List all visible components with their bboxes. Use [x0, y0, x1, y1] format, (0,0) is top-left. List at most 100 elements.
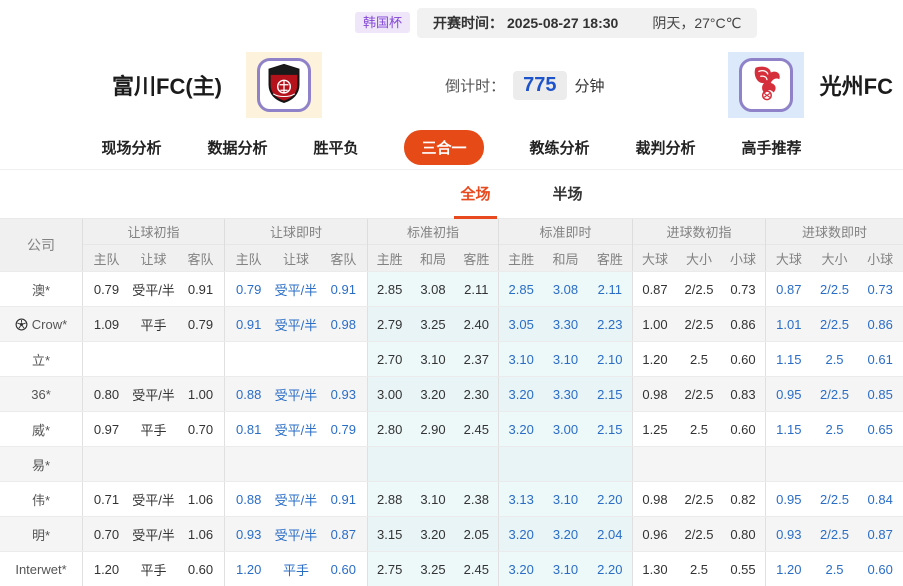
- odds-cell[interactable]: 0.93: [225, 517, 272, 551]
- odds-cell[interactable]: 3.00: [543, 412, 587, 446]
- nav-tab-6[interactable]: 裁判分析: [636, 137, 696, 158]
- odds-cell[interactable]: 2.5: [812, 342, 858, 376]
- odds-cell[interactable]: 0.84: [857, 482, 903, 516]
- odds-cell[interactable]: 0.73: [857, 272, 903, 306]
- odds-cell[interactable]: 2.15: [588, 412, 632, 446]
- odds-cell[interactable]: 受平/半: [272, 307, 319, 341]
- company-cell[interactable]: 立*: [0, 342, 82, 376]
- odds-cell[interactable]: 1.15: [766, 412, 812, 446]
- odds-cell[interactable]: 1.15: [766, 342, 812, 376]
- odds-cell[interactable]: 受平/半: [272, 272, 319, 306]
- odds-cell[interactable]: 受平/半: [272, 517, 319, 551]
- odds-cell[interactable]: 0.98: [320, 307, 367, 341]
- odds-cell[interactable]: 0.86: [857, 307, 903, 341]
- company-cell[interactable]: Crow*: [0, 307, 82, 341]
- odds-cell[interactable]: 受平/半: [272, 412, 319, 446]
- odds-cell[interactable]: 3.20: [499, 552, 543, 586]
- odds-cell[interactable]: 2.23: [588, 307, 632, 341]
- odds-cell[interactable]: 3.05: [499, 307, 543, 341]
- company-cell[interactable]: 伟*: [0, 482, 82, 516]
- odds-cell[interactable]: 3.10: [543, 552, 587, 586]
- odds-cell[interactable]: 0.88: [225, 377, 272, 411]
- odds-cell[interactable]: 0.60: [857, 552, 903, 586]
- odds-cell[interactable]: [857, 447, 903, 481]
- odds-cell[interactable]: [320, 342, 367, 376]
- company-cell[interactable]: 威*: [0, 412, 82, 446]
- odds-cell[interactable]: 0.60: [320, 552, 367, 586]
- odds-cell[interactable]: 3.20: [543, 517, 587, 551]
- odds-cell[interactable]: 3.20: [499, 412, 543, 446]
- odds-cell[interactable]: 2.15: [588, 377, 632, 411]
- odds-cell[interactable]: 2/2.5: [812, 272, 858, 306]
- odds-cell[interactable]: 1.20: [766, 552, 812, 586]
- nav-tab-3[interactable]: 胜平负: [313, 137, 358, 158]
- odds-cell[interactable]: 2/2.5: [812, 377, 858, 411]
- odds-cell[interactable]: 2.85: [499, 272, 543, 306]
- odds-cell[interactable]: 0.91: [320, 272, 367, 306]
- odds-cell[interactable]: 0.81: [225, 412, 272, 446]
- odds-cell[interactable]: [766, 447, 812, 481]
- odds-cell[interactable]: [272, 447, 319, 481]
- odds-cell[interactable]: 2/2.5: [812, 307, 858, 341]
- subtab-full-match[interactable]: 全场: [454, 169, 497, 219]
- odds-cell[interactable]: 3.10: [543, 482, 587, 516]
- odds-cell[interactable]: 0.93: [766, 517, 812, 551]
- odds-cell[interactable]: 平手: [272, 552, 319, 586]
- odds-cell[interactable]: 0.79: [320, 412, 367, 446]
- nav-tab-4[interactable]: 三合一: [404, 129, 484, 165]
- odds-cell[interactable]: 0.79: [225, 272, 272, 306]
- nav-tab-2[interactable]: 数据分析: [207, 137, 267, 158]
- nav-tab-1[interactable]: 现场分析: [101, 137, 161, 158]
- odds-cell[interactable]: 2.11: [588, 272, 632, 306]
- nav-tab-7[interactable]: 高手推荐: [742, 137, 802, 158]
- odds-cell[interactable]: 0.65: [857, 412, 903, 446]
- odds-cell[interactable]: 0.93: [320, 377, 367, 411]
- odds-cell[interactable]: 2.20: [588, 482, 632, 516]
- odds-cell[interactable]: 0.87: [320, 517, 367, 551]
- odds-cell[interactable]: 2.10: [588, 342, 632, 376]
- odds-cell[interactable]: [588, 447, 632, 481]
- odds-cell[interactable]: 1.01: [766, 307, 812, 341]
- odds-cell[interactable]: [543, 447, 587, 481]
- odds-cell[interactable]: 0.88: [225, 482, 272, 516]
- odds-cell[interactable]: 2/2.5: [812, 482, 858, 516]
- odds-cell[interactable]: 3.10: [499, 342, 543, 376]
- odds-cell[interactable]: 3.20: [499, 377, 543, 411]
- odds-cell[interactable]: [225, 342, 272, 376]
- odds-cell[interactable]: 0.95: [766, 482, 812, 516]
- company-cell[interactable]: 易*: [0, 447, 82, 481]
- odds-cell[interactable]: [225, 447, 272, 481]
- subtab-half-match[interactable]: 半场: [547, 169, 589, 219]
- league-badge[interactable]: 韩国杯: [355, 12, 411, 33]
- odds-cell[interactable]: [499, 447, 543, 481]
- odds-cell[interactable]: [812, 447, 858, 481]
- odds-cell[interactable]: 受平/半: [272, 482, 319, 516]
- odds-cell[interactable]: 2.20: [588, 552, 632, 586]
- odds-cell[interactable]: 受平/半: [272, 377, 319, 411]
- odds-cell[interactable]: 1.20: [225, 552, 272, 586]
- odds-cell[interactable]: 3.20: [499, 517, 543, 551]
- odds-cell[interactable]: 2.5: [812, 552, 858, 586]
- odds-cell[interactable]: 2.5: [812, 412, 858, 446]
- odds-cell[interactable]: 0.91: [320, 482, 367, 516]
- company-cell[interactable]: 明*: [0, 517, 82, 551]
- odds-cell[interactable]: [320, 447, 367, 481]
- odds-cell[interactable]: 2.04: [588, 517, 632, 551]
- odds-cell[interactable]: 2/2.5: [812, 517, 858, 551]
- odds-cell[interactable]: 3.08: [543, 272, 587, 306]
- odds-cell[interactable]: 3.13: [499, 482, 543, 516]
- odds-cell[interactable]: 3.30: [543, 377, 587, 411]
- odds-cell[interactable]: [272, 342, 319, 376]
- odds-cell[interactable]: 0.61: [857, 342, 903, 376]
- odds-cell[interactable]: 0.87: [857, 517, 903, 551]
- odds-cell[interactable]: 3.10: [543, 342, 587, 376]
- odds-cell[interactable]: 3.30: [543, 307, 587, 341]
- odds-cell[interactable]: 0.91: [225, 307, 272, 341]
- nav-tab-5[interactable]: 教练分析: [530, 137, 590, 158]
- odds-cell[interactable]: 0.95: [766, 377, 812, 411]
- odds-cell[interactable]: 0.85: [857, 377, 903, 411]
- company-cell[interactable]: 36*: [0, 377, 82, 411]
- company-cell[interactable]: Interwet*: [0, 552, 82, 586]
- odds-cell[interactable]: 0.87: [766, 272, 812, 306]
- company-cell[interactable]: 澳*: [0, 272, 82, 306]
